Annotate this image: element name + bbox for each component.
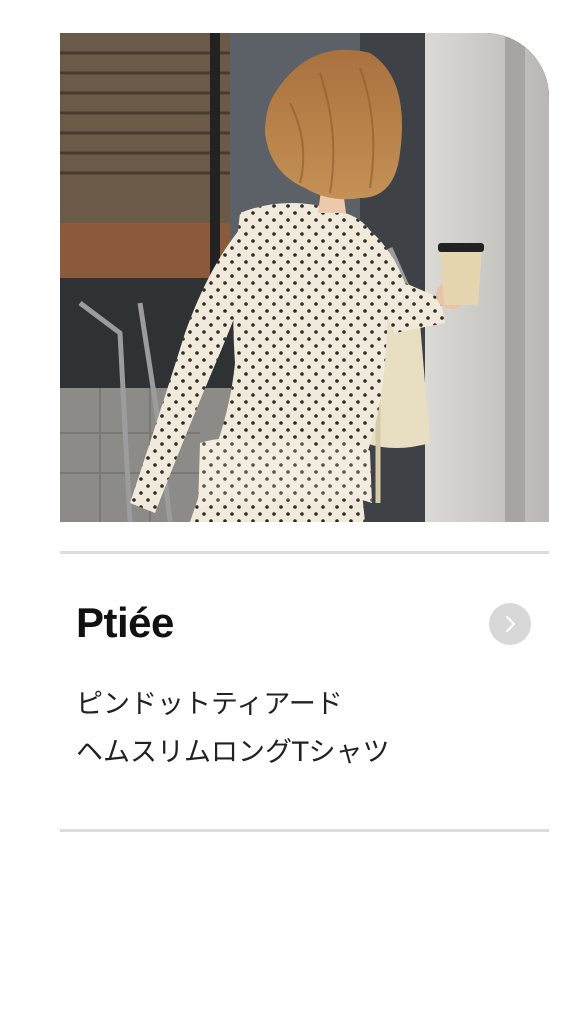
product-name[interactable]: ピンドットティアード ヘムスリムロングTシャツ (76, 681, 516, 777)
product-name-line2: ヘムスリムロングTシャツ (76, 737, 390, 768)
product-card[interactable]: Ptiée ピンドットティアード ヘムスリムロングTシャツ (60, 33, 549, 832)
chevron-right-icon (506, 616, 515, 632)
brand-name[interactable]: Ptiée (76, 602, 174, 644)
view-product-button[interactable] (489, 603, 531, 645)
product-photo[interactable] (60, 33, 549, 522)
product-name-line1: ピンドットティアード (76, 689, 343, 720)
bottom-divider (60, 829, 549, 832)
product-info[interactable]: Ptiée ピンドットティアード ヘムスリムロングTシャツ (60, 554, 549, 830)
